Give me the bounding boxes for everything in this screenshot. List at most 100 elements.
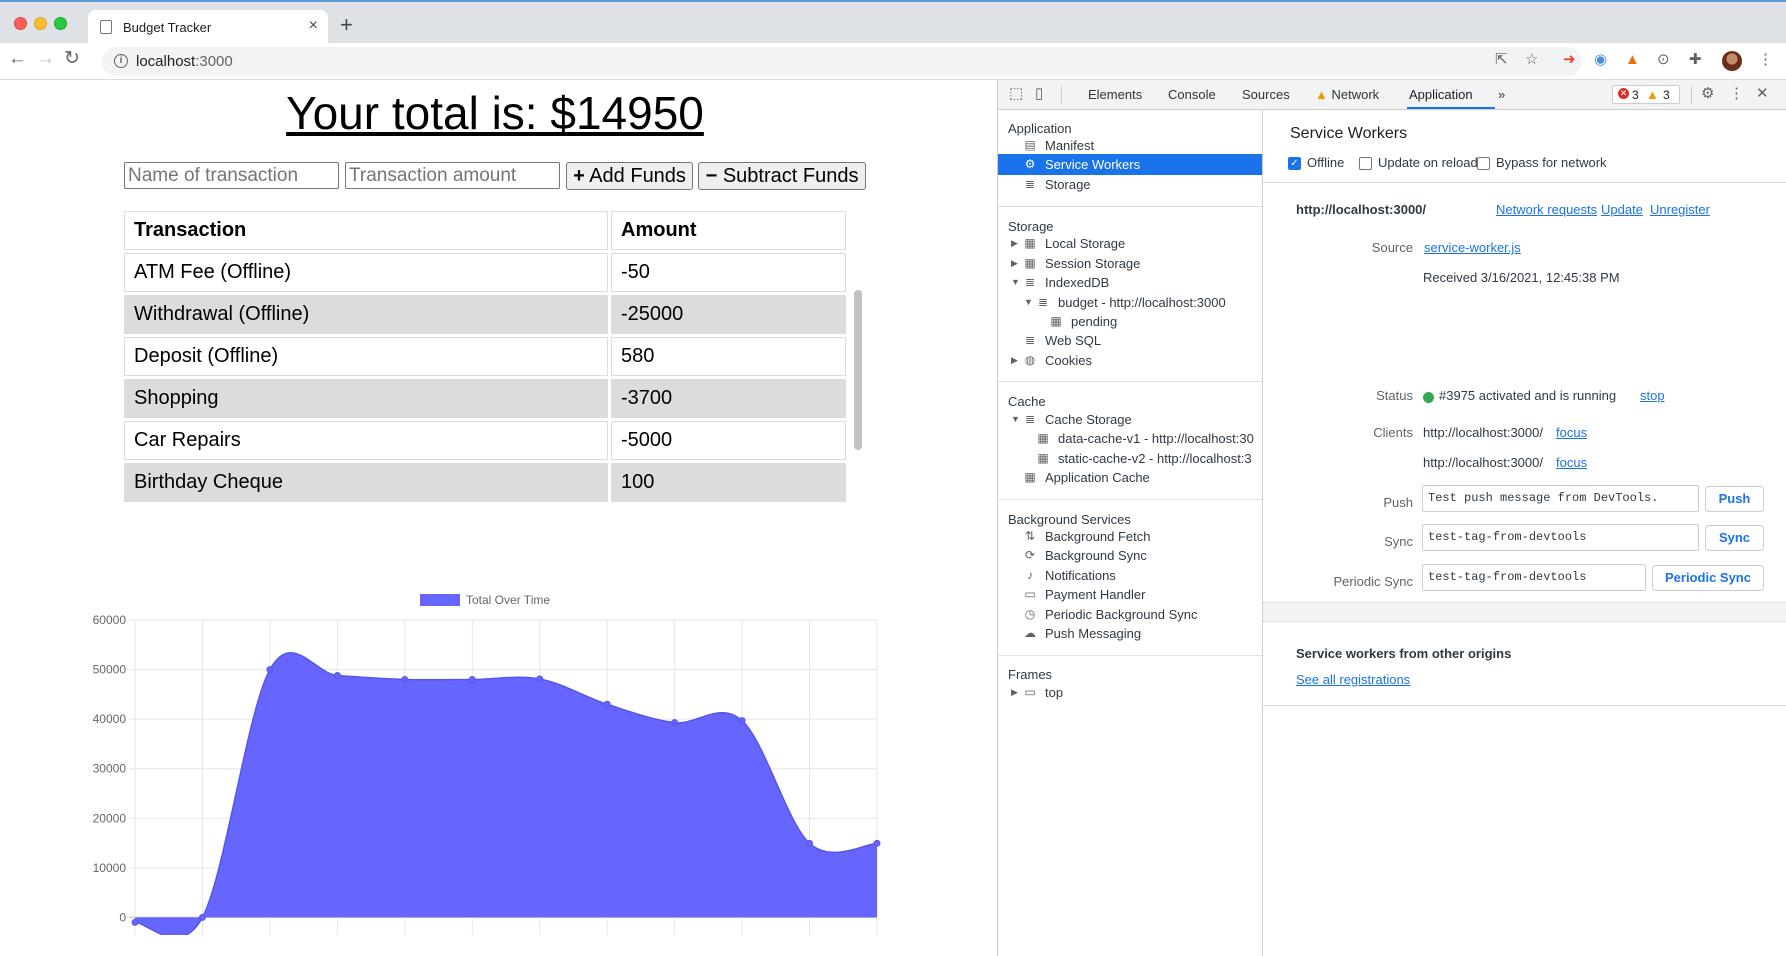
minimize-window-button[interactable]	[34, 17, 47, 30]
avatar[interactable]	[1722, 51, 1742, 71]
expand-arrow-icon[interactable]: ▶	[1011, 233, 1018, 254]
collapse-arrow-icon[interactable]: ▼	[1011, 409, 1020, 430]
sw-origin: http://localhost:3000/	[1296, 202, 1427, 217]
unregister-link[interactable]: Unregister	[1650, 202, 1710, 217]
sidebar-item-periodic-background-sync[interactable]: ◷ Periodic Background Sync	[998, 604, 1262, 625]
periodic-sync-button[interactable]: Periodic Sync	[1652, 565, 1764, 591]
table-scrollbar[interactable]	[854, 290, 862, 450]
grid-icon: ▦	[1037, 451, 1049, 465]
transaction-amount-input[interactable]	[345, 162, 560, 189]
sidebar-item-indexeddb[interactable]: ▼ ≣ IndexedDB	[998, 272, 1262, 293]
menu-kebab-icon[interactable]: ⋮	[1758, 52, 1773, 67]
focus-link[interactable]: focus	[1556, 455, 1587, 470]
transaction-name-input[interactable]	[124, 162, 339, 189]
network-requests-link[interactable]: Network requests	[1496, 202, 1597, 217]
reload-icon[interactable]: ↻	[64, 49, 80, 68]
data-point	[603, 700, 611, 708]
expand-arrow-icon[interactable]: ▶	[1011, 350, 1018, 371]
minus-icon: −	[705, 165, 718, 187]
transaction-amount: 580	[611, 337, 846, 376]
extension-arrow-icon[interactable]: ➜	[1563, 52, 1576, 67]
see-all-registrations-link[interactable]: See all registrations	[1296, 672, 1410, 687]
table-row: Withdrawal (Offline) -25000	[124, 295, 846, 334]
bypass-for-network-label: Bypass for network	[1496, 155, 1607, 170]
add-funds-button[interactable]: + Add Funds	[566, 162, 693, 190]
sidebar-item-application-cache[interactable]: ▦ Application Cache	[998, 467, 1262, 488]
sidebar-item-background-sync[interactable]: ⟳ Background Sync	[998, 545, 1262, 566]
table-row: ATM Fee (Offline) -50	[124, 253, 846, 292]
sidebar-item-push-messaging[interactable]: ☁ Push Messaging	[998, 623, 1262, 644]
tab-sources[interactable]: Sources	[1242, 87, 1290, 102]
sidebar-item-static-cache[interactable]: ▦ static-cache-v2 - http://localhost:3	[998, 448, 1262, 469]
close-window-button[interactable]	[14, 17, 27, 30]
frame-icon: ▭	[1024, 685, 1036, 699]
push-message-input[interactable]: Test push message from DevTools.	[1422, 485, 1699, 512]
update-link[interactable]: Update	[1601, 202, 1643, 217]
collapse-arrow-icon[interactable]: ▼	[1011, 272, 1020, 293]
sidebar-item-background-fetch[interactable]: ⇅ Background Fetch	[998, 526, 1262, 547]
sidebar-item-local-storage[interactable]: ▶ ▦ Local Storage	[998, 233, 1262, 254]
push-button[interactable]: Push	[1705, 486, 1764, 512]
tab-close-icon[interactable]: ×	[309, 17, 318, 35]
sidebar-item-web-sql[interactable]: ≣ Web SQL	[998, 330, 1262, 351]
sidebar-item-cookies[interactable]: ▶ ◍ Cookies	[998, 350, 1262, 371]
update-on-reload-checkbox[interactable]	[1359, 157, 1372, 170]
tab-network[interactable]: ▲ Network	[1315, 87, 1379, 102]
sync-button[interactable]: Sync	[1705, 525, 1764, 551]
sync-tag-input[interactable]: test-tag-from-devtools	[1422, 524, 1699, 551]
devtools-menu-icon[interactable]: ⋮	[1729, 86, 1744, 101]
focus-link[interactable]: focus	[1556, 425, 1587, 440]
sidebar-item-service-workers[interactable]: ⚙ Service Workers	[998, 154, 1262, 175]
sidebar-item-storage[interactable]: ≣ Storage	[998, 174, 1262, 195]
address-bar[interactable]: i localhost:3000	[102, 47, 1582, 76]
extension-code-icon[interactable]: ⊙	[1657, 52, 1670, 67]
transaction-name: Withdrawal (Offline)	[124, 295, 608, 334]
extension-globe-icon[interactable]: ◉	[1594, 52, 1607, 67]
offline-checkbox[interactable]: ✓	[1288, 157, 1301, 170]
close-devtools-icon[interactable]: ✕	[1756, 86, 1769, 101]
extension-rocket-icon[interactable]: ▲	[1625, 52, 1640, 67]
sidebar-item-manifest[interactable]: ▤ Manifest	[998, 135, 1262, 156]
tab-console[interactable]: Console	[1168, 87, 1216, 102]
device-toolbar-icon[interactable]: ▯	[1035, 86, 1043, 101]
data-point	[806, 839, 814, 847]
tab-elements[interactable]: Elements	[1088, 87, 1142, 102]
expand-arrow-icon[interactable]: ▶	[1011, 253, 1018, 274]
bypass-for-network-checkbox[interactable]	[1477, 157, 1490, 170]
stop-link[interactable]: stop	[1640, 388, 1665, 403]
sidebar-item-budget-db[interactable]: ▼ ≣ budget - http://localhost:3000	[998, 292, 1262, 313]
y-tick-label: 60000	[93, 613, 127, 627]
sidebar-item-cache-storage[interactable]: ▼ ≣ Cache Storage	[998, 409, 1262, 430]
data-point	[468, 675, 476, 683]
back-icon[interactable]: ←	[8, 49, 27, 68]
extensions-puzzle-icon[interactable]: ✚	[1689, 52, 1702, 67]
subtract-funds-button[interactable]: − Subtract Funds	[698, 162, 866, 190]
source-file-link[interactable]: service-worker.js	[1424, 240, 1521, 255]
sidebar-item-payment-handler[interactable]: ▭ Payment Handler	[998, 584, 1262, 605]
more-tabs-icon[interactable]: »	[1498, 87, 1505, 102]
sidebar-item-data-cache[interactable]: ▦ data-cache-v1 - http://localhost:30	[998, 428, 1262, 449]
sidebar-item-session-storage[interactable]: ▶ ▦ Session Storage	[998, 253, 1262, 274]
collapse-arrow-icon[interactable]: ▼	[1024, 292, 1033, 313]
bell-icon: ♪	[1027, 568, 1033, 582]
periodic-sync-tag-input[interactable]: test-tag-from-devtools	[1422, 564, 1646, 591]
maximize-window-button[interactable]	[54, 17, 67, 30]
page-title: Service Workers	[1290, 125, 1408, 142]
forward-icon[interactable]: →	[36, 49, 55, 68]
settings-gear-icon[interactable]: ⚙	[1701, 86, 1714, 101]
info-icon[interactable]: i	[114, 54, 128, 68]
sidebar-item-frame-top[interactable]: ▶ ▭ top	[998, 682, 1262, 703]
sidebar-item-pending[interactable]: ▦ pending	[998, 311, 1262, 332]
browser-tab[interactable]: Budget Tracker ×	[88, 10, 328, 45]
issues-counter[interactable]: ✕ 3 ▲ 3	[1612, 85, 1680, 104]
tab-application[interactable]: Application	[1409, 87, 1473, 102]
sidebar-item-notifications[interactable]: ♪ Notifications	[998, 565, 1262, 586]
grid-icon: ▦	[1024, 236, 1036, 250]
transaction-name: Car Repairs	[124, 421, 608, 460]
expand-arrow-icon[interactable]: ▶	[1011, 682, 1018, 703]
tab-strip: Budget Tracker × +	[0, 0, 1786, 45]
bookmark-star-icon[interactable]: ☆	[1525, 52, 1538, 67]
new-tab-button[interactable]: +	[340, 14, 353, 36]
inspect-element-icon[interactable]: ⬚	[1009, 86, 1023, 101]
open-in-window-icon[interactable]: ⇱	[1495, 52, 1508, 67]
